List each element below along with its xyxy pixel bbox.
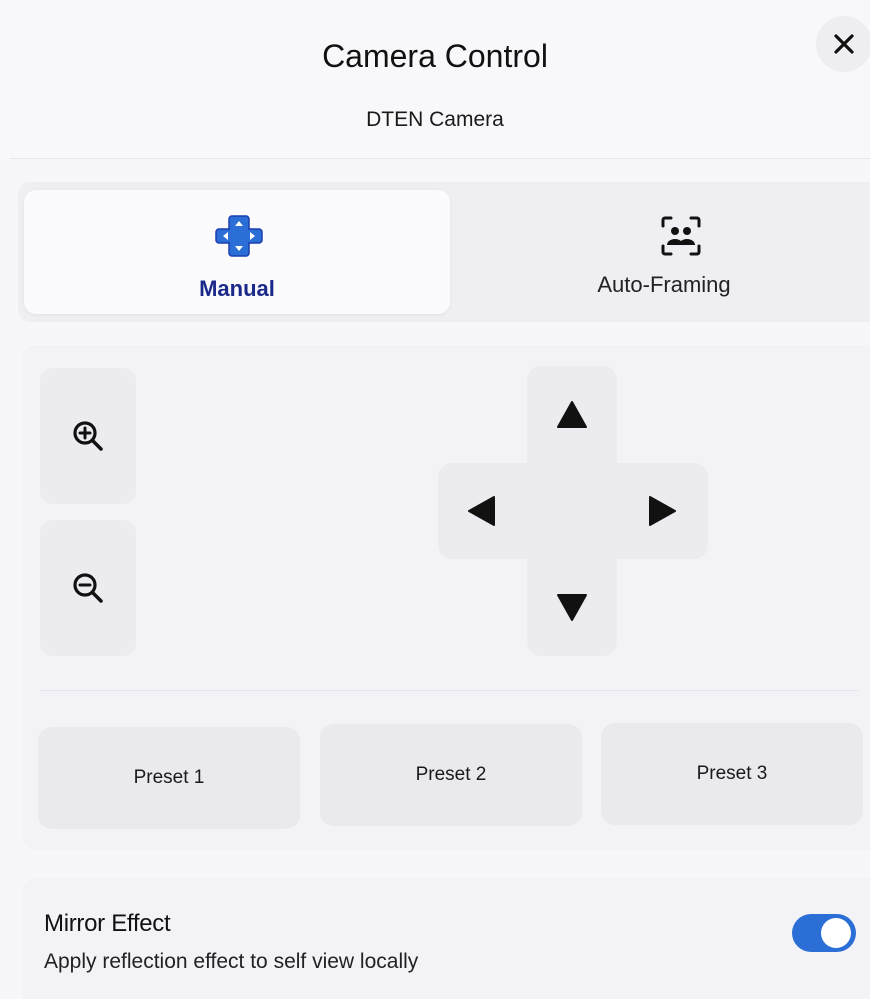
zoom-out-icon (73, 573, 103, 603)
camera-name: DTEN Camera (366, 108, 504, 131)
mirror-effect-toggle[interactable] (792, 914, 856, 952)
header: Camera Control DTEN Camera (0, 0, 870, 158)
mirror-effect-description: Apply reflection effect to self view loc… (44, 950, 419, 973)
manual-control-area: Preset 1 Preset 2 Preset 3 (22, 345, 870, 850)
tab-manual-label: Manual (199, 276, 275, 301)
header-divider (10, 158, 870, 159)
preset-1-button[interactable]: Preset 1 (38, 727, 300, 829)
mirror-effect-title: Mirror Effect (44, 910, 171, 937)
tab-manual[interactable]: Manual (24, 190, 450, 314)
tab-auto-framing-label: Auto-Framing (597, 272, 731, 297)
pan-left-button[interactable] (462, 491, 502, 531)
arrow-up-icon (557, 401, 587, 428)
tab-auto-framing[interactable]: Auto-Framing (450, 190, 870, 314)
page-title: Camera Control (322, 38, 548, 74)
pan-up-button[interactable] (552, 395, 592, 435)
preset-3-button[interactable]: Preset 3 (601, 723, 863, 825)
close-icon (834, 34, 854, 54)
control-divider (40, 690, 858, 691)
pan-right-button[interactable] (642, 491, 682, 531)
camera-control-panel: Camera Control DTEN Camera Manual Auto-F… (0, 0, 870, 999)
pan-down-button[interactable] (552, 587, 592, 627)
auto-framing-icon (661, 216, 701, 256)
mirror-effect-row: Mirror Effect Apply reflection effect to… (22, 878, 870, 999)
arrow-right-icon (649, 496, 676, 526)
zoom-in-button[interactable] (40, 368, 136, 504)
zoom-in-icon (73, 421, 103, 451)
mode-tabs: Manual Auto-Framing (18, 182, 870, 322)
close-button[interactable] (816, 16, 870, 72)
zoom-out-button[interactable] (40, 520, 136, 656)
preset-2-button[interactable]: Preset 2 (320, 724, 582, 826)
dpad-icon (215, 215, 263, 257)
arrow-left-icon (468, 496, 495, 526)
toggle-knob (821, 918, 851, 948)
arrow-down-icon (557, 594, 587, 621)
